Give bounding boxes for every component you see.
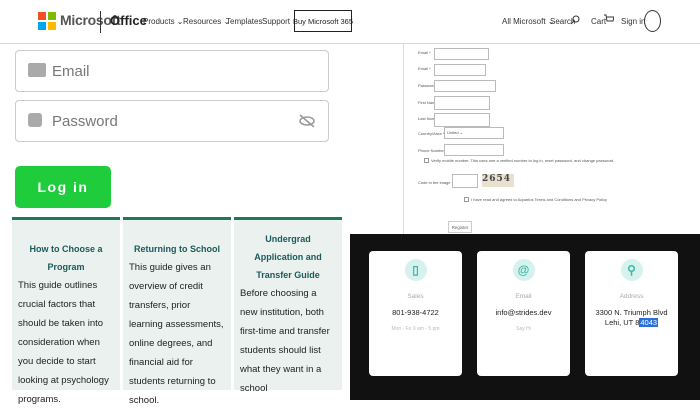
password-placeholder: Password bbox=[52, 113, 118, 130]
field-label: Email * bbox=[418, 50, 431, 55]
account-icon[interactable] bbox=[644, 10, 661, 32]
location-pin-icon: ⚲ bbox=[620, 259, 643, 281]
last-name-input[interactable] bbox=[434, 113, 490, 127]
registration-form: Email * Email * Password * First Name * … bbox=[403, 44, 700, 234]
password-input[interactable] bbox=[434, 80, 496, 92]
contact-sub: Mon - Fri 9 am - 5 pm bbox=[391, 326, 440, 332]
country-select[interactable]: United ⌄ bbox=[444, 127, 504, 139]
address-line-2-text: Lehi, UT 8 bbox=[604, 318, 640, 327]
terms-text: I have read and agreed to Aquarius Terms… bbox=[471, 197, 608, 202]
address-line-2: Lehi, UT 84043 bbox=[585, 318, 678, 328]
nav-link-products[interactable]: Products ⌄ bbox=[143, 17, 184, 26]
captcha-label: Code in the image * bbox=[418, 180, 454, 185]
contact-label: Sales bbox=[407, 293, 424, 300]
envelope-icon bbox=[28, 63, 46, 77]
divider bbox=[100, 11, 101, 33]
guide-body: This guide gives an overview of credit t… bbox=[129, 262, 224, 406]
captcha-input[interactable] bbox=[452, 174, 478, 188]
contact-value[interactable]: 801-938-4722 bbox=[369, 308, 462, 318]
nav-link-support[interactable]: Support bbox=[262, 17, 290, 26]
contact-card: @ Email info@strides.dev Say Hi bbox=[477, 251, 570, 376]
register-button[interactable]: Register bbox=[448, 221, 472, 233]
email-field[interactable]: Email bbox=[15, 50, 329, 92]
contact-sub[interactable]: Say Hi bbox=[477, 326, 570, 332]
top-nav: Microsoft Office Products ⌄ Resources ⌄ … bbox=[0, 0, 700, 44]
email-input[interactable] bbox=[434, 48, 489, 60]
confirm-email-input[interactable] bbox=[434, 64, 486, 76]
product-name[interactable]: Office bbox=[110, 13, 147, 28]
field-label: Email * bbox=[418, 66, 431, 71]
login-button[interactable]: Log in bbox=[15, 166, 111, 208]
guide-card[interactable]: Returning to School This guide gives an … bbox=[123, 217, 231, 406]
nav-link-resources[interactable]: Resources ⌄ bbox=[183, 17, 230, 26]
selected-text: 4043 bbox=[639, 318, 659, 327]
signin-link[interactable]: Sign in bbox=[621, 17, 645, 26]
guide-body: Before choosing a new institution, both … bbox=[240, 288, 330, 394]
eye-slash-icon[interactable] bbox=[298, 114, 316, 128]
contact-card: ▯ Sales 801-938-4722 Mon - Fri 9 am - 5 … bbox=[369, 251, 462, 376]
phone-icon: ▯ bbox=[404, 259, 427, 281]
cart-icon[interactable] bbox=[604, 14, 614, 24]
first-name-input[interactable] bbox=[434, 96, 490, 110]
search-icon[interactable] bbox=[570, 15, 580, 25]
guide-body: This guide outlines crucial factors that… bbox=[18, 280, 109, 405]
all-microsoft-menu[interactable]: All Microsoft ⌄ bbox=[502, 17, 555, 26]
microsoft-logo[interactable] bbox=[38, 12, 56, 30]
contact-label: Address bbox=[619, 293, 644, 300]
contact-card: ⚲ Address 3300 N. Triumph Blvd Lehi, UT … bbox=[585, 251, 678, 376]
field-label: Country/Area * bbox=[418, 131, 445, 136]
phone-input[interactable] bbox=[444, 144, 504, 156]
guide-card[interactable]: Undergrad Application and Transfer Guide… bbox=[234, 217, 342, 394]
verify-text: Verify mobile number. This uses one a ve… bbox=[431, 158, 615, 163]
terms-checkbox[interactable] bbox=[464, 197, 469, 202]
lock-icon bbox=[28, 113, 42, 127]
buy-button[interactable]: Buy Microsoft 365 bbox=[293, 10, 353, 32]
verify-checkbox[interactable] bbox=[424, 158, 429, 163]
guide-title[interactable]: How to Choose a Program bbox=[18, 240, 114, 276]
nav-link-templates[interactable]: Templates bbox=[226, 17, 262, 26]
contact-value[interactable]: info@strides.dev bbox=[477, 308, 570, 318]
guide-card[interactable]: How to Choose a Program This guide outli… bbox=[12, 217, 120, 405]
captcha-image: 2654 bbox=[482, 174, 514, 187]
guide-title[interactable]: Undergrad Application and Transfer Guide bbox=[240, 230, 336, 284]
contact-value[interactable]: 3300 N. Triumph Blvd Lehi, UT 84043 bbox=[585, 308, 678, 328]
field-label: Phone Number bbox=[418, 148, 445, 153]
address-line-1: 3300 N. Triumph Blvd bbox=[595, 308, 668, 317]
country-value: United bbox=[447, 130, 459, 135]
email-placeholder: Email bbox=[52, 63, 90, 80]
at-icon: @ bbox=[512, 259, 535, 281]
contact-label: Email bbox=[515, 293, 532, 300]
password-field[interactable]: Password bbox=[15, 100, 329, 142]
guide-title[interactable]: Returning to School bbox=[129, 240, 225, 258]
